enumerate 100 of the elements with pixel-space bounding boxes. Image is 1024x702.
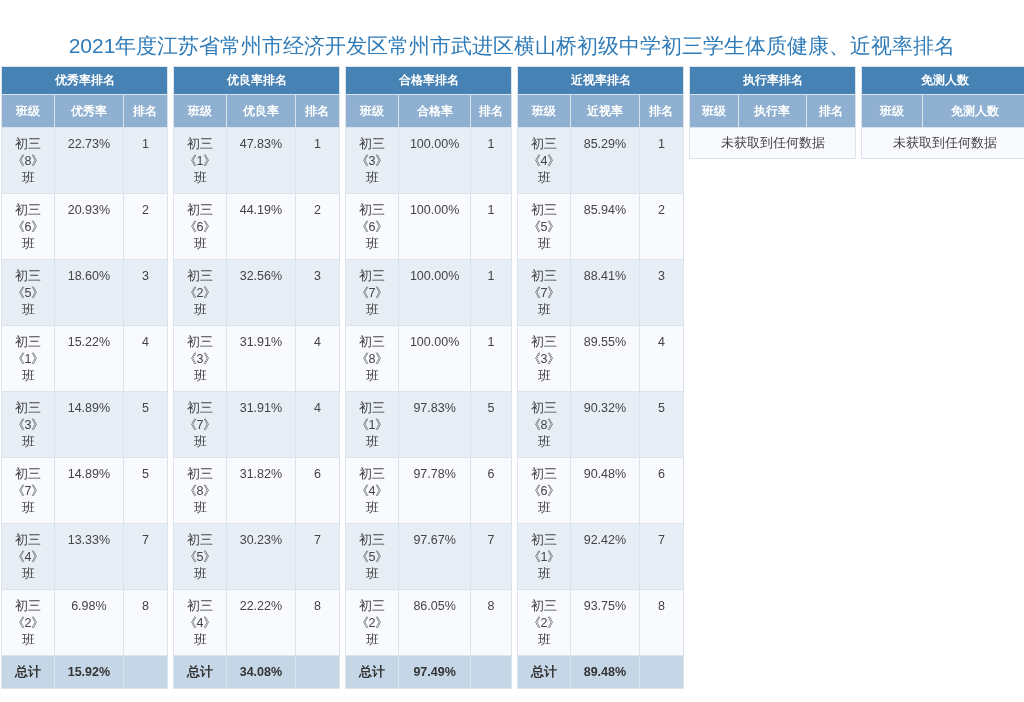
table-cell: 13.33% <box>54 523 124 590</box>
table-cell: 15.22% <box>54 325 124 392</box>
column-header: 排名 <box>806 94 856 128</box>
table-cell: 初三《1》班 <box>173 127 227 194</box>
table-cell: 2 <box>123 193 168 260</box>
table-cell: 100.00% <box>398 325 471 392</box>
table-cell: 初三《4》班 <box>173 589 227 656</box>
table-cell: 2 <box>295 193 340 260</box>
table-cell: 1 <box>123 127 168 194</box>
table-cell: 8 <box>295 589 340 656</box>
table-cell: 初三《4》班 <box>345 457 399 524</box>
table-cell: 初三《6》班 <box>517 457 571 524</box>
table-cell: 3 <box>639 259 684 326</box>
table-cell: 7 <box>470 523 512 590</box>
table-cell: 1 <box>639 127 684 194</box>
total-label: 总计 <box>345 655 399 689</box>
table-title: 免测人数 <box>861 66 1024 95</box>
table-title: 优秀率排名 <box>1 66 168 95</box>
table-cell: 初三《6》班 <box>173 193 227 260</box>
table-cell: 32.56% <box>226 259 296 326</box>
table-cell: 90.32% <box>570 391 640 458</box>
table-cell: 85.29% <box>570 127 640 194</box>
column-header: 排名 <box>295 94 340 128</box>
table-cell: 8 <box>123 589 168 656</box>
table-title: 近视率排名 <box>517 66 684 95</box>
column-header: 执行率 <box>738 94 807 128</box>
column-header: 优秀率 <box>54 94 124 128</box>
table-cell: 初三《5》班 <box>173 523 227 590</box>
table-cell: 初三《3》班 <box>517 325 571 392</box>
table-cell: 31.91% <box>226 325 296 392</box>
table-cell: 14.89% <box>54 391 124 458</box>
table-cell: 22.73% <box>54 127 124 194</box>
table-cell: 7 <box>639 523 684 590</box>
table-cell: 初三《3》班 <box>345 127 399 194</box>
table-cell: 86.05% <box>398 589 471 656</box>
table-cell: 4 <box>639 325 684 392</box>
table-cell: 6 <box>639 457 684 524</box>
table-cell: 初三《4》班 <box>1 523 55 590</box>
table-cell: 初三《2》班 <box>345 589 399 656</box>
table-cell: 初三《6》班 <box>1 193 55 260</box>
table-cell: 3 <box>295 259 340 326</box>
table-cell: 8 <box>639 589 684 656</box>
table-cell: 初三《1》班 <box>517 523 571 590</box>
table-cell: 初三《8》班 <box>345 325 399 392</box>
table-cell: 85.94% <box>570 193 640 260</box>
column-header: 班级 <box>689 94 739 128</box>
table-cell: 100.00% <box>398 193 471 260</box>
table-cell: 初三《1》班 <box>1 325 55 392</box>
column-header: 排名 <box>639 94 684 128</box>
table-title: 优良率排名 <box>173 66 340 95</box>
total-label: 总计 <box>173 655 227 689</box>
table-cell: 14.89% <box>54 457 124 524</box>
table-cell: 31.82% <box>226 457 296 524</box>
table-cell: 初三《7》班 <box>345 259 399 326</box>
table-cell: 89.55% <box>570 325 640 392</box>
table-cell: 3 <box>123 259 168 326</box>
table-cell: 7 <box>123 523 168 590</box>
table-cell: 100.00% <box>398 127 471 194</box>
column-header: 排名 <box>470 94 512 128</box>
table-cell: 初三《7》班 <box>173 391 227 458</box>
table-cell: 初三《2》班 <box>173 259 227 326</box>
total-value: 34.08% <box>226 655 296 689</box>
table-cell: 1 <box>470 193 512 260</box>
table-cell: 30.23% <box>226 523 296 590</box>
table-cell: 88.41% <box>570 259 640 326</box>
table-cell: 22.22% <box>226 589 296 656</box>
total-label: 总计 <box>1 655 55 689</box>
total-value: 15.92% <box>54 655 124 689</box>
column-header: 班级 <box>173 94 227 128</box>
table-cell: 20.93% <box>54 193 124 260</box>
table-cell: 5 <box>639 391 684 458</box>
table-cell: 5 <box>123 391 168 458</box>
table-cell: 4 <box>295 391 340 458</box>
total-value: 97.49% <box>398 655 471 689</box>
table-cell: 初三《8》班 <box>517 391 571 458</box>
table-cell: 97.78% <box>398 457 471 524</box>
column-header: 优良率 <box>226 94 296 128</box>
table-cell: 18.60% <box>54 259 124 326</box>
empty-message: 未获取到任何数据 <box>861 127 1024 159</box>
table-cell: 初三《5》班 <box>517 193 571 260</box>
table-cell: 47.83% <box>226 127 296 194</box>
column-header: 近视率 <box>570 94 640 128</box>
table-cell: 初三《2》班 <box>1 589 55 656</box>
table-cell: 初三《8》班 <box>1 127 55 194</box>
table-cell: 初三《4》班 <box>517 127 571 194</box>
table-cell: 初三《7》班 <box>517 259 571 326</box>
table-cell: 初三《3》班 <box>173 325 227 392</box>
column-header: 排名 <box>123 94 168 128</box>
table-cell: 1 <box>470 259 512 326</box>
table-cell: 初三《7》班 <box>1 457 55 524</box>
table-cell: 初三《1》班 <box>345 391 399 458</box>
table-cell: 100.00% <box>398 259 471 326</box>
empty-message: 未获取到任何数据 <box>689 127 856 159</box>
table-cell: 初三《2》班 <box>517 589 571 656</box>
table-cell: 97.67% <box>398 523 471 590</box>
table-cell: 93.75% <box>570 589 640 656</box>
table-cell: 1 <box>470 325 512 392</box>
table-cell: 44.19% <box>226 193 296 260</box>
table-cell: 6.98% <box>54 589 124 656</box>
page-title: 2021年度江苏省常州市经济开发区常州市武进区横山桥初级中学初三学生体质健康、近视率排名 <box>67 33 957 59</box>
